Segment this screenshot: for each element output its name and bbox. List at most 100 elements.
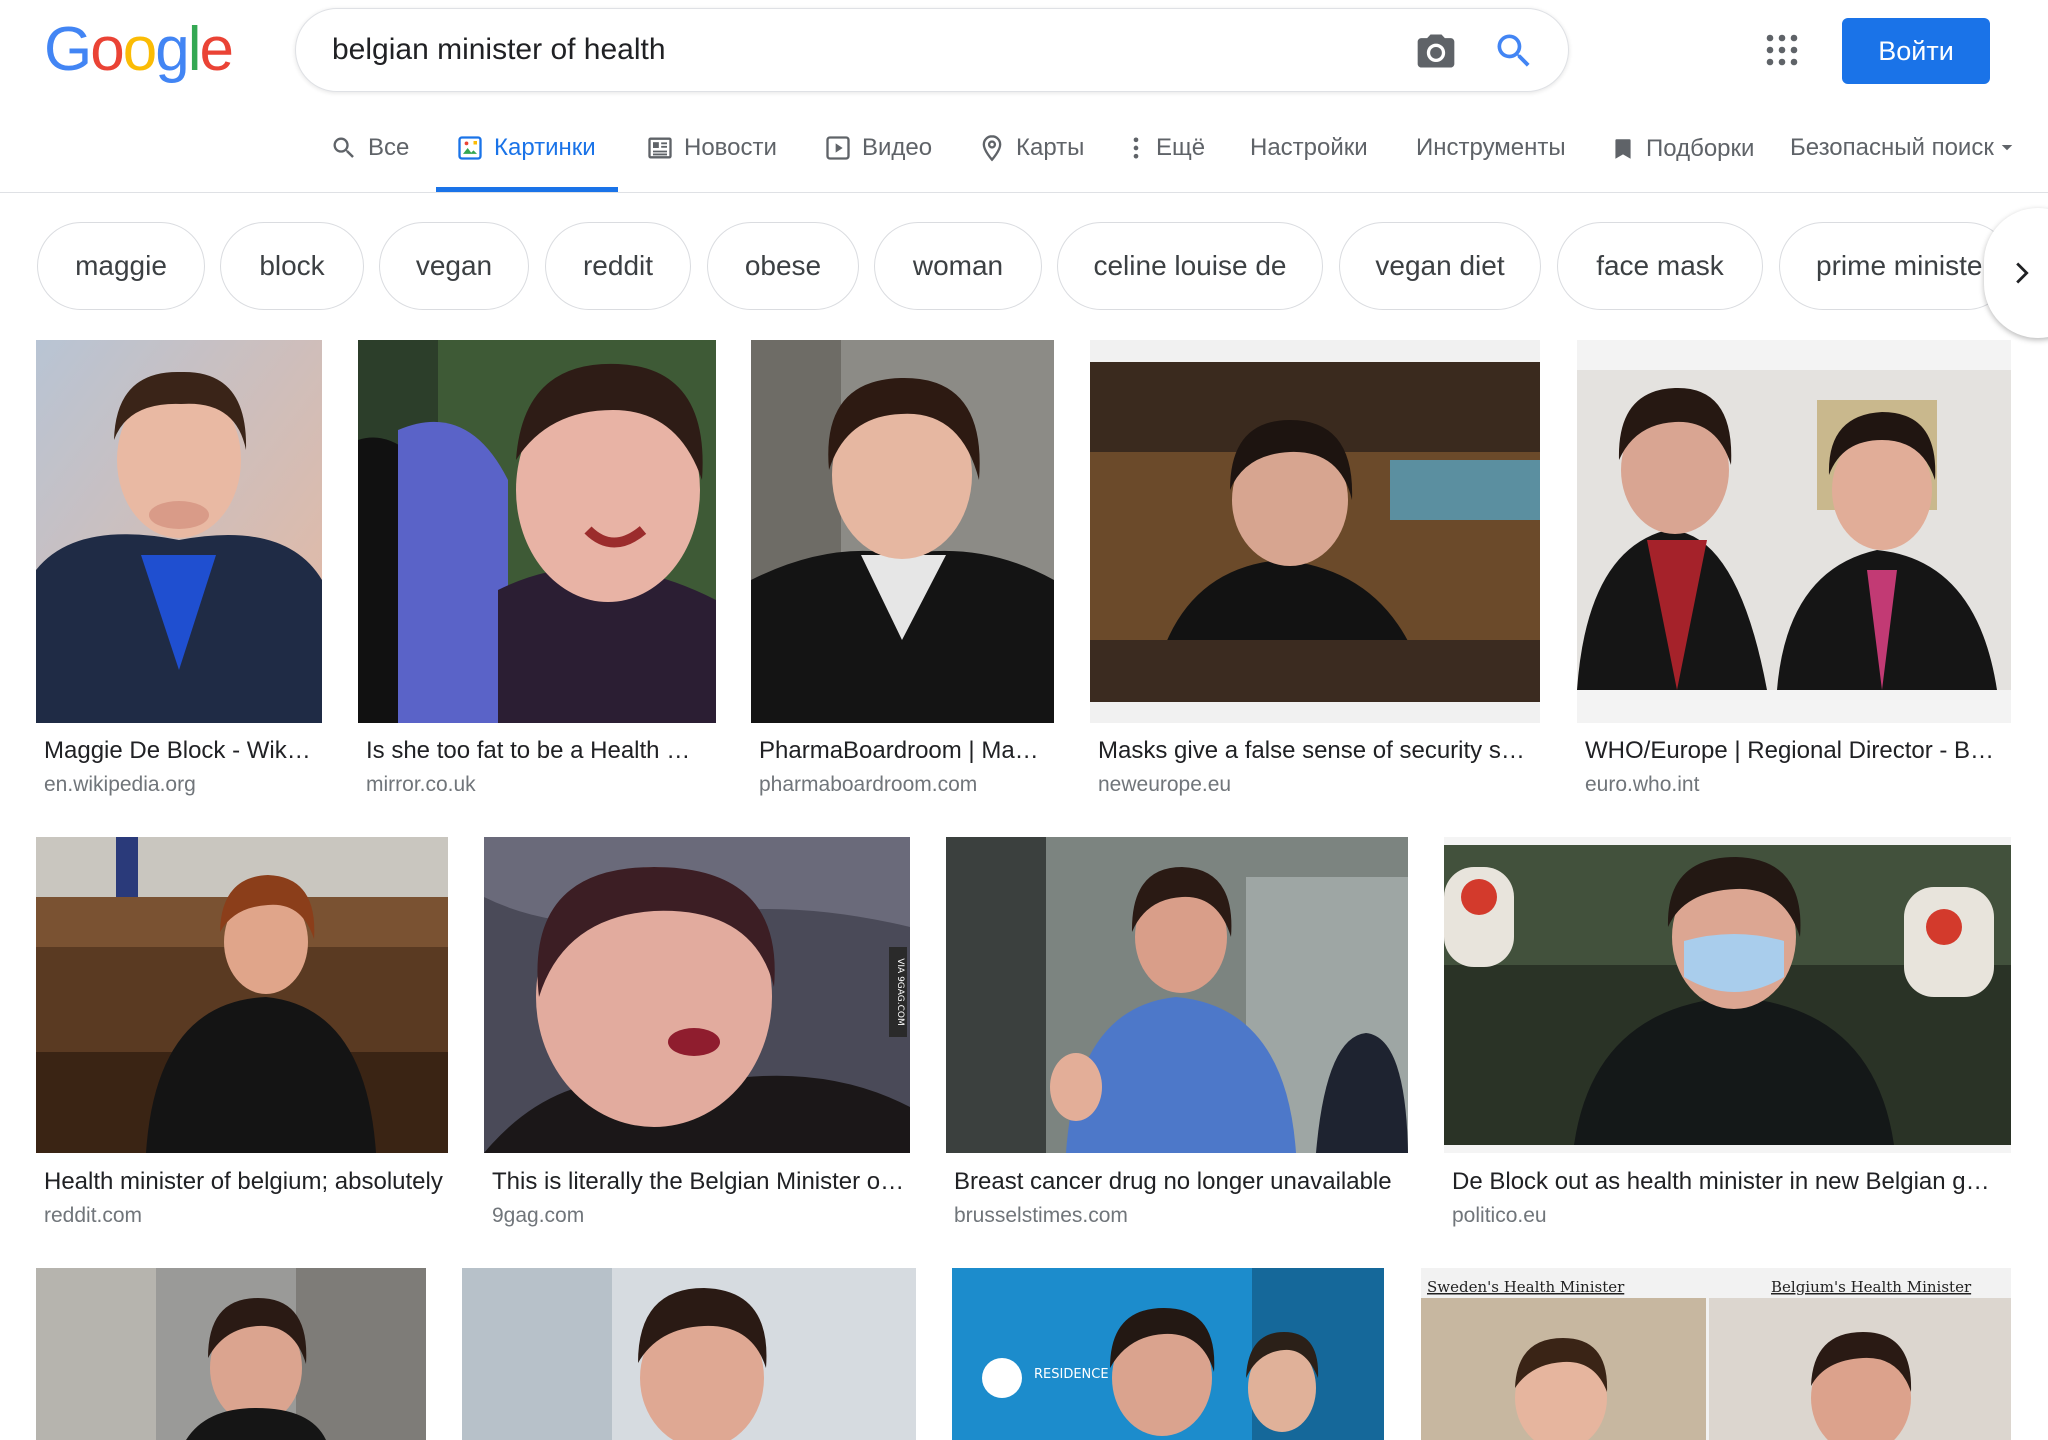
settings-link[interactable]: Настройки xyxy=(1250,134,1368,162)
result-source[interactable]: en.wikipedia.org xyxy=(44,772,196,798)
tab-label: Картинки xyxy=(494,134,596,161)
play-icon xyxy=(826,136,850,160)
result-title[interactable]: WHO/Europe | Regional Director - Belgium xyxy=(1585,736,1995,766)
search-box xyxy=(295,8,1569,92)
image-result[interactable]: Breast cancer drug no longer unavailable… xyxy=(946,837,1408,1237)
result-title[interactable]: Health minister of belgium; absolutely xyxy=(44,1167,448,1197)
image-result[interactable]: RESIDENCE PALACE xyxy=(952,1268,1384,1440)
newspaper-icon xyxy=(648,137,672,159)
result-thumbnail[interactable] xyxy=(36,837,448,1153)
image-result[interactable]: Is she too fat to be a Health Minister m… xyxy=(358,340,716,800)
chevron-right-icon xyxy=(2016,262,2029,284)
signin-button[interactable]: Войти xyxy=(1842,18,1990,84)
tab-maps[interactable]: Карты xyxy=(978,116,1084,192)
safe-search-dropdown[interactable]: Безопасный поиск xyxy=(1790,134,2016,162)
image-result[interactable] xyxy=(36,1268,426,1440)
result-title[interactable]: Is she too fat to be a Health Minister xyxy=(366,736,706,766)
collections-link[interactable]: Подборки xyxy=(1610,134,1754,164)
image-result[interactable]: PharmaBoardroom | Maggie De Block pharma… xyxy=(751,340,1054,800)
tab-all[interactable]: Все xyxy=(330,116,409,192)
chip-vegan-diet[interactable]: vegan diet xyxy=(1339,222,1541,310)
result-thumbnail[interactable] xyxy=(946,837,1408,1153)
tab-label: Все xyxy=(368,134,410,161)
chip-label: celine louise de xyxy=(1093,250,1287,281)
chip-label: woman xyxy=(912,250,1004,281)
result-thumbnail[interactable] xyxy=(1444,837,2011,1153)
result-source[interactable]: mirror.co.uk xyxy=(366,772,476,798)
result-thumbnail[interactable]: Sweden's Health Minister Belgium's Healt… xyxy=(1421,1268,2011,1440)
thumb-caption-left: Sweden's Health Minister xyxy=(1427,1278,1625,1296)
chip-label: face mask xyxy=(1596,250,1724,281)
tab-video[interactable]: Видео xyxy=(824,116,932,192)
result-source[interactable]: pharmaboardroom.com xyxy=(759,772,977,798)
result-source[interactable]: politico.eu xyxy=(1452,1203,1547,1229)
image-result[interactable]: Maggie De Block - Wikipedia en.wikipedia… xyxy=(36,340,322,800)
result-thumbnail[interactable] xyxy=(1577,340,2011,723)
result-source[interactable]: reddit.com xyxy=(44,1203,142,1229)
result-thumbnail[interactable] xyxy=(751,340,1054,723)
chip-label: block xyxy=(259,250,325,281)
result-thumbnail[interactable]: VIA 9GAG.COM xyxy=(484,837,910,1153)
watermark-text: VIA 9GAG.COM xyxy=(895,958,905,1026)
tab-more[interactable]: Ещё xyxy=(1126,116,1205,192)
result-title[interactable]: De Block out as health minister in new B… xyxy=(1452,1167,2002,1197)
result-source[interactable]: euro.who.int xyxy=(1585,772,1699,798)
image-result[interactable]: Masks give a false sense of security say… xyxy=(1090,340,1540,800)
chip-woman[interactable]: woman xyxy=(874,222,1042,310)
chip-vegan[interactable]: vegan xyxy=(379,222,529,310)
thumb-caption-right: Belgium's Health Minister xyxy=(1771,1278,1972,1296)
chip-prime-minister[interactable]: prime ministe xyxy=(1779,222,2011,310)
image-result[interactable]: Health minister of belgium; absolutely r… xyxy=(36,837,448,1237)
tab-images[interactable]: Картинки xyxy=(436,116,618,192)
image-result[interactable] xyxy=(462,1268,916,1440)
result-source[interactable]: 9gag.com xyxy=(492,1203,584,1229)
result-source[interactable]: neweurope.eu xyxy=(1098,772,1231,798)
search-tabs: Все Картинки Новости Видео Карты Ещё Нас… xyxy=(0,116,2048,194)
related-searches-chips: maggie block vegan reddit obese woman ce… xyxy=(0,222,2048,312)
chip-label: prime ministe xyxy=(1816,250,1983,281)
apps-grid-icon[interactable] xyxy=(1764,32,1800,68)
image-icon xyxy=(458,136,482,160)
tab-news[interactable]: Новости xyxy=(646,116,777,192)
chip-block[interactable]: block xyxy=(220,222,364,310)
chip-label: reddit xyxy=(582,250,654,281)
result-title[interactable]: Masks give a false sense of security say… xyxy=(1098,736,1538,766)
result-thumbnail[interactable] xyxy=(1090,340,1540,723)
dropdown-arrow-icon xyxy=(2001,145,2013,151)
tab-label: Новости xyxy=(684,134,777,161)
tools-link[interactable]: Инструменты xyxy=(1416,134,1566,162)
top-header: Google Войти Все Картинки Новости Видео … xyxy=(0,0,2048,193)
image-result[interactable]: VIA 9GAG.COM This is literally the Belgi… xyxy=(484,837,910,1237)
result-title[interactable]: This is literally the Belgian Minister o… xyxy=(492,1167,908,1197)
bookmark-icon xyxy=(1615,139,1631,159)
chip-label: vegan xyxy=(415,250,493,281)
search-icon[interactable] xyxy=(1492,29,1536,73)
result-title[interactable]: Breast cancer drug no longer unavailable xyxy=(954,1167,1406,1197)
chip-reddit[interactable]: reddit xyxy=(545,222,691,310)
image-result[interactable]: De Block out as health minister in new B… xyxy=(1444,837,2011,1237)
result-thumbnail[interactable] xyxy=(358,340,716,723)
chip-maggie[interactable]: maggie xyxy=(37,222,205,310)
chip-celine-louise-de[interactable]: celine louise de xyxy=(1057,222,1323,310)
search-input[interactable] xyxy=(332,27,1372,73)
result-thumbnail[interactable] xyxy=(36,1268,426,1440)
chip-obese[interactable]: obese xyxy=(707,222,859,310)
result-thumbnail[interactable] xyxy=(462,1268,916,1440)
result-title[interactable]: PharmaBoardroom | Maggie De Block xyxy=(759,736,1047,766)
result-thumbnail[interactable]: RESIDENCE PALACE xyxy=(952,1268,1384,1440)
safe-search-label: Безопасный поиск xyxy=(1790,134,1994,161)
google-logo[interactable]: Google xyxy=(44,14,234,86)
image-result[interactable]: Sweden's Health Minister Belgium's Healt… xyxy=(1421,1268,2011,1440)
result-thumbnail[interactable] xyxy=(36,340,322,723)
result-source[interactable]: brusselstimes.com xyxy=(954,1203,1128,1229)
chip-label: maggie xyxy=(75,250,167,281)
tab-label: Ещё xyxy=(1156,134,1206,161)
image-result[interactable]: WHO/Europe | Regional Director - Belgium… xyxy=(1577,340,2011,800)
chip-label: vegan diet xyxy=(1375,250,1505,281)
chip-face-mask[interactable]: face mask xyxy=(1557,222,1763,310)
result-title[interactable]: Maggie De Block - Wikipedia xyxy=(44,736,314,766)
camera-icon[interactable] xyxy=(1414,29,1458,73)
more-vert-icon xyxy=(1133,137,1139,159)
collections-label: Подборки xyxy=(1646,135,1755,162)
tab-label: Карты xyxy=(1016,134,1085,161)
